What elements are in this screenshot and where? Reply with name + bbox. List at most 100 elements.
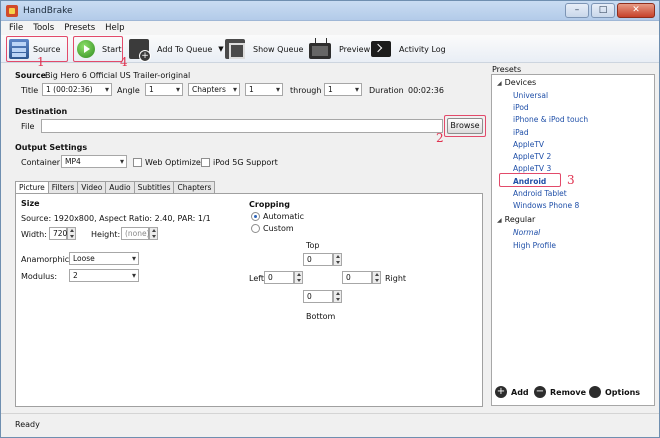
range-start-select[interactable]: 1 — [245, 83, 283, 96]
preset-options-label: Options — [605, 387, 641, 397]
title-select[interactable]: 1 (00:02:36) — [42, 83, 112, 96]
crop-custom-label: Custom — [263, 224, 294, 233]
terminal-icon — [371, 41, 391, 57]
file-path-input[interactable] — [41, 119, 443, 133]
through-label: through — [290, 86, 322, 95]
status-bar: Ready — [1, 413, 659, 437]
preset-appletv-3[interactable]: AppleTV 3 — [513, 164, 551, 173]
modulus-select[interactable]: 2 — [69, 269, 139, 282]
highlight-start — [73, 36, 123, 62]
activity-log-label: Activity Log — [399, 44, 446, 54]
minimize-button[interactable]: – — [565, 3, 589, 18]
add-to-queue-label: Add To Queue — [157, 44, 213, 54]
annotation-2: 2 — [436, 131, 444, 145]
anamorphic-select[interactable]: Loose — [69, 252, 139, 265]
crop-top-stepper[interactable] — [333, 253, 342, 266]
cropping-label: Cropping — [249, 200, 290, 209]
presets-group-regular[interactable]: ◢ Regular — [497, 215, 535, 224]
show-queue-icon — [225, 39, 245, 59]
crop-bottom-input[interactable]: 0 — [303, 290, 333, 303]
collapse-icon: ◢ — [497, 80, 502, 87]
presets-header: Presets — [492, 65, 522, 74]
preset-ipod[interactable]: iPod — [513, 103, 529, 112]
source-name: Big Hero 6 Official US Trailer-original — [45, 71, 191, 80]
minus-icon: − — [534, 386, 546, 398]
remove-preset-button[interactable]: − Remove — [534, 385, 586, 399]
tab-subtitles[interactable]: Subtitles — [133, 181, 175, 193]
remove-preset-label: Remove — [550, 387, 587, 397]
container-label: Container — [21, 158, 61, 167]
web-optimized-label: Web Optimized — [145, 158, 206, 167]
crop-right-stepper[interactable] — [372, 271, 381, 284]
range-end-select[interactable]: 1 — [324, 83, 362, 96]
source-section-label: Source — [15, 71, 47, 80]
height-input[interactable]: (none) — [121, 227, 150, 240]
crop-right-input[interactable]: 0 — [342, 271, 372, 284]
add-to-queue-button[interactable]: Add To Queue ▼ — [129, 37, 224, 62]
handbrake-window: HandBrake – □ ✕ File Tools Presets Help … — [0, 0, 660, 438]
ipod-5g-checkbox[interactable] — [201, 158, 210, 167]
width-stepper[interactable] — [67, 227, 76, 240]
preset-options-button[interactable]: Options — [589, 385, 640, 399]
preset-high-profile[interactable]: High Profile — [513, 241, 556, 250]
maximize-button[interactable]: □ — [591, 3, 615, 18]
source-resolution-info: Source: 1920x800, Aspect Ratio: 2.40, PA… — [21, 214, 211, 223]
handbrake-app-icon — [6, 5, 18, 17]
menu-presets[interactable]: Presets — [64, 21, 95, 35]
status-text: Ready — [15, 420, 40, 429]
container-select[interactable]: MP4 — [61, 155, 127, 168]
crop-custom-radio[interactable] — [251, 224, 260, 233]
preview-label: Preview — [339, 44, 371, 54]
angle-select[interactable]: 1 — [145, 83, 183, 96]
tab-chapters[interactable]: Chapters — [173, 181, 216, 193]
preset-appletv-2[interactable]: AppleTV 2 — [513, 152, 551, 161]
activity-log-button[interactable]: Activity Log — [371, 37, 446, 61]
height-label: Height: — [91, 230, 121, 239]
preset-iphone-ipod-touch[interactable]: iPhone & iPod touch — [513, 115, 588, 124]
width-input[interactable]: 720 — [49, 227, 67, 240]
add-preset-button[interactable]: + Add — [495, 385, 529, 399]
picture-panel — [15, 193, 483, 407]
presets-group-devices[interactable]: ◢ Devices — [497, 78, 536, 87]
highlight-browse — [444, 115, 486, 137]
collapse-icon: ◢ — [497, 217, 502, 224]
crop-automatic-radio[interactable] — [251, 212, 260, 221]
regular-label: Regular — [504, 215, 536, 224]
add-to-queue-icon — [129, 39, 151, 62]
menu-tools[interactable]: Tools — [33, 21, 54, 35]
duration-value: 00:02:36 — [408, 86, 444, 95]
preset-normal[interactable]: Normal — [513, 228, 540, 237]
tab-video[interactable]: Video — [77, 181, 107, 193]
ipod-5g-label: iPod 5G Support — [213, 158, 278, 167]
preset-windows-phone-8[interactable]: Windows Phone 8 — [513, 201, 579, 210]
preset-appletv[interactable]: AppleTV — [513, 140, 544, 149]
close-button[interactable]: ✕ — [617, 3, 655, 18]
crop-bottom-stepper[interactable] — [333, 290, 342, 303]
preset-universal[interactable]: Universal — [513, 91, 548, 100]
height-stepper[interactable] — [149, 227, 158, 240]
crop-left-stepper[interactable] — [294, 271, 303, 284]
menu-help[interactable]: Help — [105, 21, 124, 35]
anamorphic-label: Anamorphic: — [21, 255, 72, 264]
range-type-select[interactable]: Chapters — [188, 83, 240, 96]
gear-icon — [589, 386, 601, 398]
preset-ipad[interactable]: iPad — [513, 128, 529, 137]
preview-button[interactable]: Preview — [309, 37, 370, 61]
crop-right-label: Right — [385, 274, 407, 283]
highlight-android — [499, 173, 561, 187]
angle-label: Angle — [117, 86, 140, 95]
menu-file[interactable]: File — [9, 21, 23, 35]
show-queue-button[interactable]: Show Queue — [225, 37, 303, 61]
annotation-1: 1 — [37, 55, 45, 69]
crop-left-input[interactable]: 0 — [264, 271, 294, 284]
tab-audio[interactable]: Audio — [105, 181, 135, 193]
size-label: Size — [21, 199, 40, 208]
tv-icon — [309, 42, 331, 59]
preset-android-tablet[interactable]: Android Tablet — [513, 189, 567, 198]
tab-filters[interactable]: Filters — [47, 181, 79, 193]
crop-top-input[interactable]: 0 — [303, 253, 333, 266]
annotation-3: 3 — [567, 173, 575, 187]
title-bar: HandBrake – □ ✕ — [1, 1, 659, 21]
annotation-4: 4 — [120, 55, 128, 69]
web-optimized-checkbox[interactable] — [133, 158, 142, 167]
